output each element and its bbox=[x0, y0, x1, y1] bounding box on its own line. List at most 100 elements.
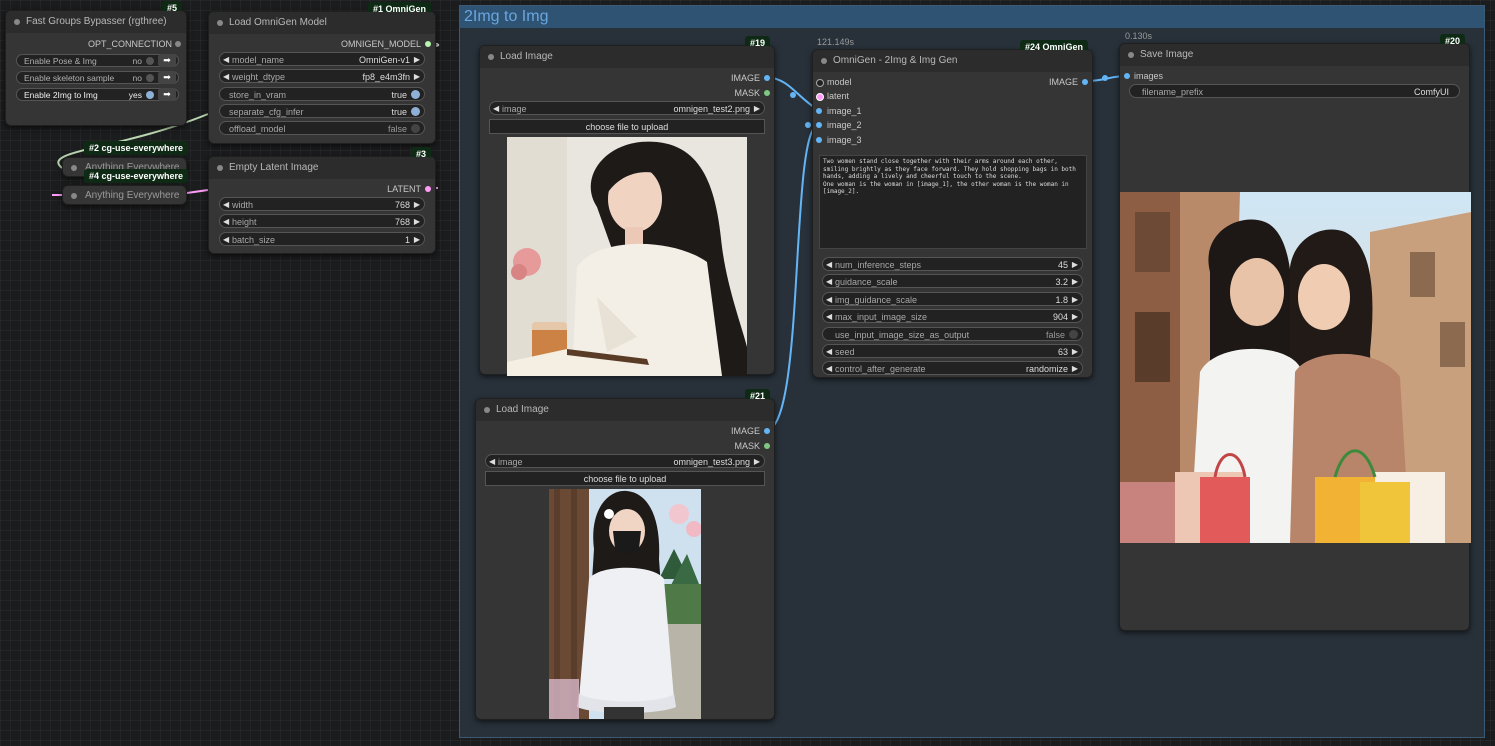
arrow-left-icon[interactable]: ◀ bbox=[826, 275, 832, 289]
toggle-separate-cfg-infer[interactable]: separate_cfg_infer true bbox=[219, 104, 425, 118]
node-empty-latent-image[interactable]: #3 Empty Latent Image LATENT ◀ width 768… bbox=[208, 147, 436, 254]
arrow-left-icon[interactable]: ◀ bbox=[826, 345, 832, 359]
collapse-dot-icon[interactable] bbox=[71, 165, 77, 171]
node-load-omnigen-model[interactable]: #1 OmniGen Load OmniGen Model OMNIGEN_MO… bbox=[208, 2, 436, 144]
arrow-right-icon[interactable]: ▶ bbox=[754, 455, 760, 469]
arrow-right-icon[interactable]: ▶ bbox=[1072, 293, 1078, 307]
input-slot-dot-icon[interactable] bbox=[816, 108, 822, 114]
toggle-enable-pose-img[interactable]: Enable Pose & Img no bbox=[16, 54, 179, 67]
output-slot-dot-icon[interactable] bbox=[764, 428, 770, 434]
arrow-right-icon[interactable]: ▶ bbox=[1072, 345, 1078, 359]
text-filename-prefix[interactable]: filename_prefix ComfyUI bbox=[1129, 84, 1460, 98]
arrow-left-icon[interactable]: ◀ bbox=[223, 70, 229, 84]
node-title[interactable]: OmniGen - 2Img & Img Gen bbox=[813, 50, 1092, 72]
upload-button[interactable]: choose file to upload bbox=[485, 471, 765, 486]
arrow-left-icon[interactable]: ◀ bbox=[223, 233, 229, 247]
number-width[interactable]: ◀ width 768 ▶ bbox=[219, 197, 425, 211]
input-slot-dot-icon[interactable] bbox=[816, 79, 824, 87]
arrow-right-icon[interactable]: ▶ bbox=[1072, 310, 1078, 324]
node-load-image-21[interactable]: #21 Load Image IMAGE MASK ◀ image omnige… bbox=[475, 389, 775, 720]
toggle-enable-skeleton-sample[interactable]: Enable skeleton sample no bbox=[16, 71, 179, 84]
collapse-dot-icon[interactable] bbox=[484, 407, 490, 413]
node-title[interactable]: Empty Latent Image bbox=[209, 157, 435, 179]
arrow-right-icon[interactable]: ▶ bbox=[414, 70, 420, 84]
output-opt-connection[interactable]: OPT_CONNECTION bbox=[88, 39, 172, 49]
output-image[interactable]: IMAGE bbox=[1049, 77, 1078, 87]
collapse-dot-icon[interactable] bbox=[217, 20, 223, 26]
combo-weight-dtype[interactable]: ◀ weight_dtype fp8_e4m3fn ▶ bbox=[219, 69, 425, 83]
toggle-offload-model[interactable]: offload_model false bbox=[219, 121, 425, 135]
output-mask[interactable]: MASK bbox=[734, 441, 760, 451]
number-batch-size[interactable]: ◀ batch_size 1 ▶ bbox=[219, 232, 425, 246]
input-image-2[interactable]: image_2 bbox=[827, 120, 862, 130]
node-title[interactable]: Load OmniGen Model bbox=[209, 12, 435, 34]
arrow-left-icon[interactable]: ◀ bbox=[223, 198, 229, 212]
arrow-right-icon[interactable]: ▶ bbox=[1072, 258, 1078, 272]
output-slot-dot-icon[interactable] bbox=[764, 443, 770, 449]
arrow-right-icon[interactable]: ▶ bbox=[754, 102, 760, 116]
combo-model-name[interactable]: ◀ model_name OmniGen-v1 ▶ bbox=[219, 52, 425, 66]
input-slot-dot-icon[interactable] bbox=[816, 93, 824, 101]
toggle-store-in-vram[interactable]: store_in_vram true bbox=[219, 87, 425, 101]
collapse-dot-icon[interactable] bbox=[217, 165, 223, 171]
number-seed[interactable]: ◀ seed 63 ▶ bbox=[822, 344, 1083, 358]
number-height[interactable]: ◀ height 768 ▶ bbox=[219, 214, 425, 228]
collapse-dot-icon[interactable] bbox=[488, 54, 494, 60]
output-slot-dot-icon[interactable] bbox=[764, 90, 770, 96]
arrow-left-icon[interactable]: ◀ bbox=[826, 310, 832, 324]
collapse-dot-icon[interactable] bbox=[821, 58, 827, 64]
node-fast-groups-bypasser[interactable]: #5 Fast Groups Bypasser (rgthree) OPT_CO… bbox=[5, 1, 187, 126]
arrow-right-icon[interactable]: ▶ bbox=[414, 53, 420, 67]
arrow-left-icon[interactable]: ◀ bbox=[223, 53, 229, 67]
arrow-left-icon[interactable]: ◀ bbox=[826, 293, 832, 307]
input-model[interactable]: model bbox=[827, 77, 852, 87]
combo-image-file[interactable]: ◀ image omnigen_test3.png ▶ bbox=[485, 454, 765, 468]
navigate-arrow-icon[interactable]: ➡ bbox=[158, 54, 176, 67]
combo-control-after-generate[interactable]: ◀ control_after_generate randomize ▶ bbox=[822, 361, 1083, 375]
collapse-dot-icon[interactable] bbox=[71, 193, 77, 199]
arrow-left-icon[interactable]: ◀ bbox=[826, 258, 832, 272]
input-image-1[interactable]: image_1 bbox=[827, 106, 862, 116]
node-omnigen-2img-gen[interactable]: #24 OmniGen OmniGen - 2Img & Img Gen mod… bbox=[812, 40, 1093, 378]
input-slot-dot-icon[interactable] bbox=[1124, 73, 1130, 79]
arrow-right-icon[interactable]: ▶ bbox=[1072, 275, 1078, 289]
node-title[interactable]: Fast Groups Bypasser (rgthree) bbox=[6, 11, 186, 33]
output-slot-dot-icon[interactable] bbox=[425, 41, 431, 47]
navigate-arrow-icon[interactable]: ➡ bbox=[158, 71, 176, 84]
arrow-left-icon[interactable]: ◀ bbox=[493, 102, 499, 116]
arrow-right-icon[interactable]: ▶ bbox=[1072, 362, 1078, 376]
output-latent[interactable]: LATENT bbox=[387, 184, 421, 194]
arrow-left-icon[interactable]: ◀ bbox=[489, 455, 495, 469]
node-title[interactable]: Load Image bbox=[480, 46, 774, 68]
output-slot-dot-icon[interactable] bbox=[425, 186, 431, 192]
output-slot-dot-icon[interactable] bbox=[175, 41, 181, 47]
number-img-guidance-scale[interactable]: ◀ img_guidance_scale 1.8 ▶ bbox=[822, 292, 1083, 306]
output-slot-dot-icon[interactable] bbox=[764, 75, 770, 81]
number-max-input-image-size[interactable]: ◀ max_input_image_size 904 ▶ bbox=[822, 309, 1083, 323]
input-images[interactable]: images bbox=[1134, 71, 1163, 81]
combo-image-file[interactable]: ◀ image omnigen_test2.png ▶ bbox=[489, 101, 765, 115]
output-image[interactable]: IMAGE bbox=[731, 426, 760, 436]
output-omnigen-model[interactable]: OMNIGEN_MODEL bbox=[341, 39, 421, 49]
input-latent[interactable]: latent bbox=[827, 91, 849, 101]
arrow-right-icon[interactable]: ▶ bbox=[414, 215, 420, 229]
number-num-inference-steps[interactable]: ◀ num_inference_steps 45 ▶ bbox=[822, 257, 1083, 271]
toggle-enable-2img-to-img[interactable]: Enable 2Img to Img yes bbox=[16, 88, 179, 101]
arrow-right-icon[interactable]: ▶ bbox=[414, 233, 420, 247]
output-image[interactable]: IMAGE bbox=[731, 73, 760, 83]
navigate-arrow-icon[interactable]: ➡ bbox=[158, 88, 176, 101]
input-slot-dot-icon[interactable] bbox=[816, 137, 822, 143]
input-slot-dot-icon[interactable] bbox=[816, 122, 822, 128]
output-slot-dot-icon[interactable] bbox=[1082, 79, 1088, 85]
upload-button[interactable]: choose file to upload bbox=[489, 119, 765, 134]
collapse-dot-icon[interactable] bbox=[1128, 52, 1134, 58]
output-mask[interactable]: MASK bbox=[734, 88, 760, 98]
node-load-image-19[interactable]: #19 Load Image IMAGE MASK ◀ image omnige… bbox=[479, 36, 775, 376]
arrow-right-icon[interactable]: ▶ bbox=[414, 198, 420, 212]
prompt-textarea[interactable]: Two women stand close together with thei… bbox=[819, 155, 1087, 249]
number-guidance-scale[interactable]: ◀ guidance_scale 3.2 ▶ bbox=[822, 274, 1083, 288]
input-image-3[interactable]: image_3 bbox=[827, 135, 862, 145]
arrow-left-icon[interactable]: ◀ bbox=[223, 215, 229, 229]
node-save-image[interactable]: #20 Save Image images filename_prefix Co… bbox=[1119, 34, 1471, 631]
toggle-use-input-image-size-as-output[interactable]: use_input_image_size_as_output false bbox=[822, 327, 1083, 341]
